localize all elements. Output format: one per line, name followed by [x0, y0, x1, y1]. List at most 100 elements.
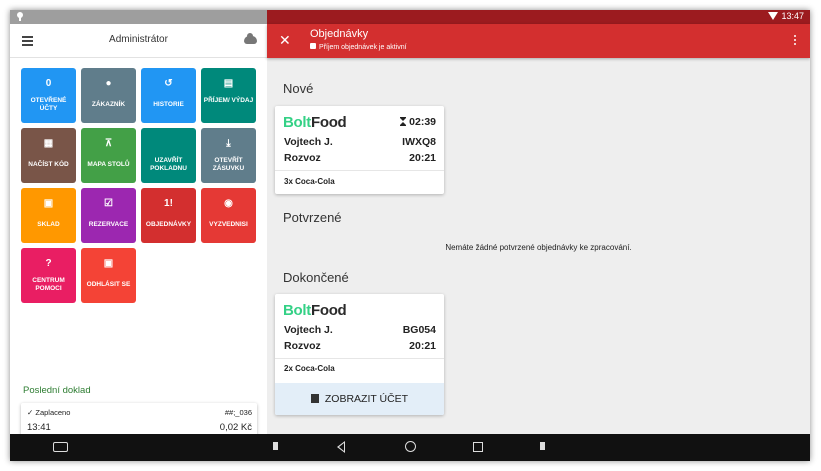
brand-part-a: Bolt	[283, 114, 311, 131]
orders-subtitle: Příjem objednávek je aktivní	[310, 43, 407, 51]
section-confirmed: Potvrzené	[283, 210, 342, 225]
tile-open-drawer[interactable]: ⤓ OTEVŘÍT ZÁSUVKU	[201, 128, 256, 183]
tile-label: ZÁKAZNÍK	[91, 101, 126, 108]
tile-label: CENTRUM POMOCI	[32, 277, 65, 292]
tile-reservations[interactable]: ☑ REZERVACE	[81, 188, 136, 243]
thumb-up-icon	[310, 43, 316, 49]
navigation-bar	[10, 434, 810, 461]
lock-icon: ▣	[103, 258, 114, 269]
cloud-icon[interactable]	[244, 33, 257, 44]
tile-close-register[interactable]: UZAVŘÍT POKLADNU	[141, 128, 196, 183]
tile-label: SKLAD	[37, 221, 60, 228]
order-code: BG054	[402, 324, 436, 336]
customer-name: Vojtech J.	[284, 324, 333, 336]
table-icon: ⊼	[104, 138, 113, 149]
download-icon: ⤓	[226, 138, 231, 149]
back-icon[interactable]	[337, 441, 345, 453]
tile-open-accounts[interactable]: 0 OTEVŘENÉ ÚČTY	[21, 68, 76, 123]
order-timer: 02:39	[400, 116, 436, 128]
status-text: Zaplaceno	[35, 408, 71, 417]
timer-value: 02:39	[409, 116, 436, 128]
tile-orders[interactable]: 1! OBJEDNÁVKY	[141, 188, 196, 243]
orders-count-icon: 1!	[164, 198, 173, 209]
forklift-icon: ▣	[43, 198, 54, 209]
tile-label: MAPA STOLŮ	[87, 161, 130, 168]
tile-stock[interactable]: ▣ SKLAD	[21, 188, 76, 243]
brand-part-b: Food	[310, 302, 347, 319]
order-customer-row: Vojtech J. IWXQ8	[284, 136, 436, 148]
bolt-food-logo: BoltFood	[283, 302, 347, 319]
count-icon: 0	[45, 78, 52, 89]
divider	[275, 358, 444, 359]
person-icon: ●	[105, 78, 112, 89]
tile-label: UZAVŘÍT POKLADNU	[150, 157, 187, 172]
receipt-icon	[310, 394, 319, 403]
tile-label: HISTORIE	[153, 101, 184, 108]
orders-header: ✕ Objednávky Příjem objednávek je aktivn…	[267, 24, 810, 58]
section-new: Nové	[283, 81, 314, 96]
recents-icon[interactable]	[473, 442, 483, 452]
tile-pickups[interactable]: ◉ VYZVEDNISI	[201, 188, 256, 243]
tile-history[interactable]: ↺ HISTORIE	[141, 68, 196, 123]
bolt-food-logo: BoltFood	[283, 114, 347, 131]
home-icon[interactable]	[405, 441, 416, 452]
tile-label: OTEVŘÍT ZÁSUVKU	[212, 157, 245, 172]
last-doc-number: ##;_036	[224, 408, 252, 417]
tile-label: VYZVEDNISI	[209, 221, 248, 228]
tile-label: REZERVACE	[88, 221, 129, 228]
wifi-icon	[768, 12, 778, 20]
volume-down-icon[interactable]	[273, 442, 278, 450]
new-order-card[interactable]: BoltFood 02:39 Vojtech J. IWXQ8 Rozvoz 20:…	[275, 106, 444, 194]
no-confirmed-message: Nemáte žádné potvrzené objednávky ke zpr…	[445, 243, 632, 252]
app-frame: 13:47 Administrátor 0 OTEVŘENÉ ÚČTY ● ZÁ…	[10, 10, 810, 461]
tile-income-expense[interactable]: ▤ PŘÍJEM/ VÝDAJ	[201, 68, 256, 123]
order-delivery-row: Rozvoz 20:21	[284, 152, 436, 164]
button-label: ZOBRAZIT ÚČET	[324, 393, 409, 405]
screenshot-icon[interactable]	[53, 442, 68, 452]
delivery-type: Rozvoz	[284, 340, 321, 352]
tile-label: OBJEDNÁVKY	[145, 221, 192, 228]
brand-part-a: Bolt	[283, 302, 311, 319]
tile-label: ODHLÁSIT SE	[86, 281, 131, 288]
brand-part-b: Food	[310, 114, 347, 131]
tile-customer[interactable]: ● ZÁKAZNÍK	[81, 68, 136, 123]
last-doc-title: Poslední doklad	[23, 385, 91, 396]
notification-icon	[17, 12, 23, 21]
tile-label: OTEVŘENÉ ÚČTY	[30, 97, 67, 112]
help-icon: ?	[45, 258, 52, 269]
customer-name: Vojtech J.	[284, 136, 333, 148]
status-bar-left	[10, 10, 267, 24]
tile-help-center[interactable]: ? CENTRUM POMOCI	[21, 248, 76, 303]
last-doc-amount: 0,02 Kč	[219, 422, 252, 433]
status-bar-right: 13:47	[267, 10, 810, 24]
more-icon[interactable]	[794, 35, 796, 47]
coins-icon: ▤	[223, 78, 234, 89]
tile-scan-code[interactable]: ▦ NAČÍST KÓD	[21, 128, 76, 183]
volume-up-icon[interactable]	[540, 442, 545, 450]
tile-table-map[interactable]: ⊼ MAPA STOLŮ	[81, 128, 136, 183]
tile-label: NAČÍST KÓD	[28, 161, 69, 168]
done-order-card[interactable]: BoltFood Vojtech J. BG054 Rozvoz 20:21 2x …	[275, 294, 444, 415]
bag-icon: ◉	[224, 198, 233, 209]
delivery-time: 20:21	[409, 152, 436, 164]
delivery-time: 20:21	[409, 340, 436, 352]
close-icon[interactable]: ✕	[279, 32, 291, 49]
order-customer-row: Vojtech J. BG054	[284, 324, 436, 336]
calendar-icon: ☑	[104, 198, 113, 209]
tile-label: PŘÍJEM/ VÝDAJ	[203, 97, 254, 104]
tile-logout[interactable]: ▣ ODHLÁSIT SE	[81, 248, 136, 303]
left-header: Administrátor	[10, 24, 267, 58]
hourglass-icon	[400, 117, 407, 126]
right-panel: ✕ Objednávky Příjem objednávek je aktivn…	[267, 24, 810, 434]
show-receipt-button[interactable]: ZOBRAZIT ÚČET	[275, 383, 444, 415]
section-done: Dokončené	[283, 270, 349, 285]
qr-icon: ▦	[43, 138, 54, 149]
order-delivery-row: Rozvoz 20:21	[284, 340, 436, 352]
delivery-type: Rozvoz	[284, 152, 321, 164]
user-title: Administrátor	[109, 34, 168, 45]
history-icon: ↺	[164, 78, 173, 89]
subtitle-text: Příjem objednávek je aktivní	[319, 44, 407, 51]
left-panel: Administrátor 0 OTEVŘENÉ ÚČTY ● ZÁKAZNÍK…	[10, 24, 267, 441]
order-item: 2x Coca-Cola	[284, 364, 335, 373]
orders-title: Objednávky	[310, 28, 369, 40]
